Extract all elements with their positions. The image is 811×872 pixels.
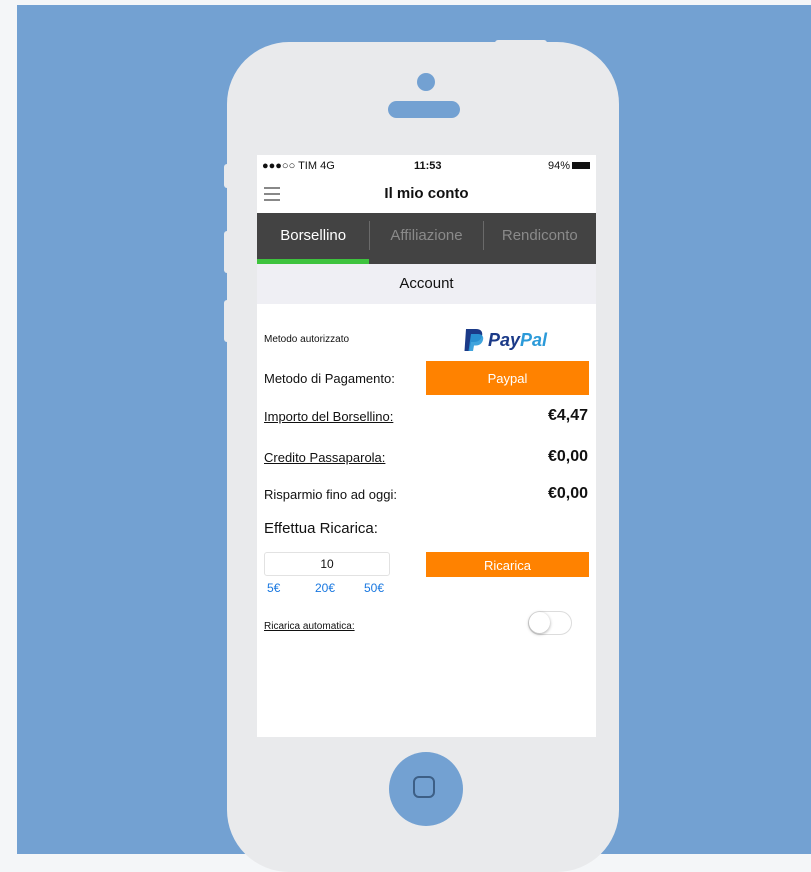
paypal-logo: PayPal <box>463 327 547 353</box>
wallet-amount-value: €4,47 <box>547 407 588 424</box>
battery-icon <box>572 161 590 169</box>
quick-amount-50[interactable]: 50€ <box>364 581 384 595</box>
savings-label: Risparmio fino ad oggi: <box>264 487 397 502</box>
recharge-amount-input[interactable] <box>264 552 390 576</box>
battery-percent: 94% <box>547 160 570 172</box>
recharge-button[interactable]: Ricarica <box>426 552 589 577</box>
savings-value: €0,00 <box>547 485 588 502</box>
camera-icon <box>417 73 435 91</box>
status-time: 11:53 <box>414 160 442 172</box>
toggle-knob <box>529 612 550 633</box>
referral-credit-value: €0,00 <box>547 448 588 465</box>
referral-credit-label[interactable]: Credito Passaparola: <box>264 450 385 465</box>
status-bar: ●●●○○ TIM 4G 11:53 94% <box>257 155 596 175</box>
quick-amount-20[interactable]: 20€ <box>315 581 335 595</box>
tab-affiliazione[interactable]: Affiliazione <box>370 213 482 264</box>
battery-indicator: 94% <box>548 160 590 172</box>
paypal-icon <box>464 329 484 351</box>
page-title: Il mio conto <box>384 185 469 202</box>
quick-amount-5[interactable]: 5€ <box>267 581 280 595</box>
authorized-method-label: Metodo autorizzato <box>264 334 350 345</box>
auto-recharge-toggle[interactable] <box>528 611 572 635</box>
navigation-bar: Il mio conto <box>257 175 596 213</box>
paypal-button[interactable]: Paypal <box>426 361 589 395</box>
tab-borsellino[interactable]: Borsellino <box>257 213 370 264</box>
home-square-icon <box>413 776 435 798</box>
carrier-label: ●●●○○ TIM 4G <box>262 160 335 172</box>
recharge-title: Effettua Ricarica: <box>264 520 378 537</box>
payment-method-label: Metodo di Pagamento: <box>264 371 395 386</box>
wallet-amount-label[interactable]: Importo del Borsellino: <box>264 409 393 424</box>
speaker-grille <box>388 101 460 118</box>
app-screen: ●●●○○ TIM 4G 11:53 94% Il mio conto Bors… <box>257 155 596 737</box>
auto-recharge-label: Ricarica automatica: <box>264 621 355 632</box>
section-header: Account <box>257 264 596 304</box>
tab-bar: Borsellino Affiliazione Rendiconto <box>257 213 596 264</box>
paypal-wordmark: PayPal <box>488 329 548 350</box>
tab-rendiconto[interactable]: Rendiconto <box>484 213 596 264</box>
